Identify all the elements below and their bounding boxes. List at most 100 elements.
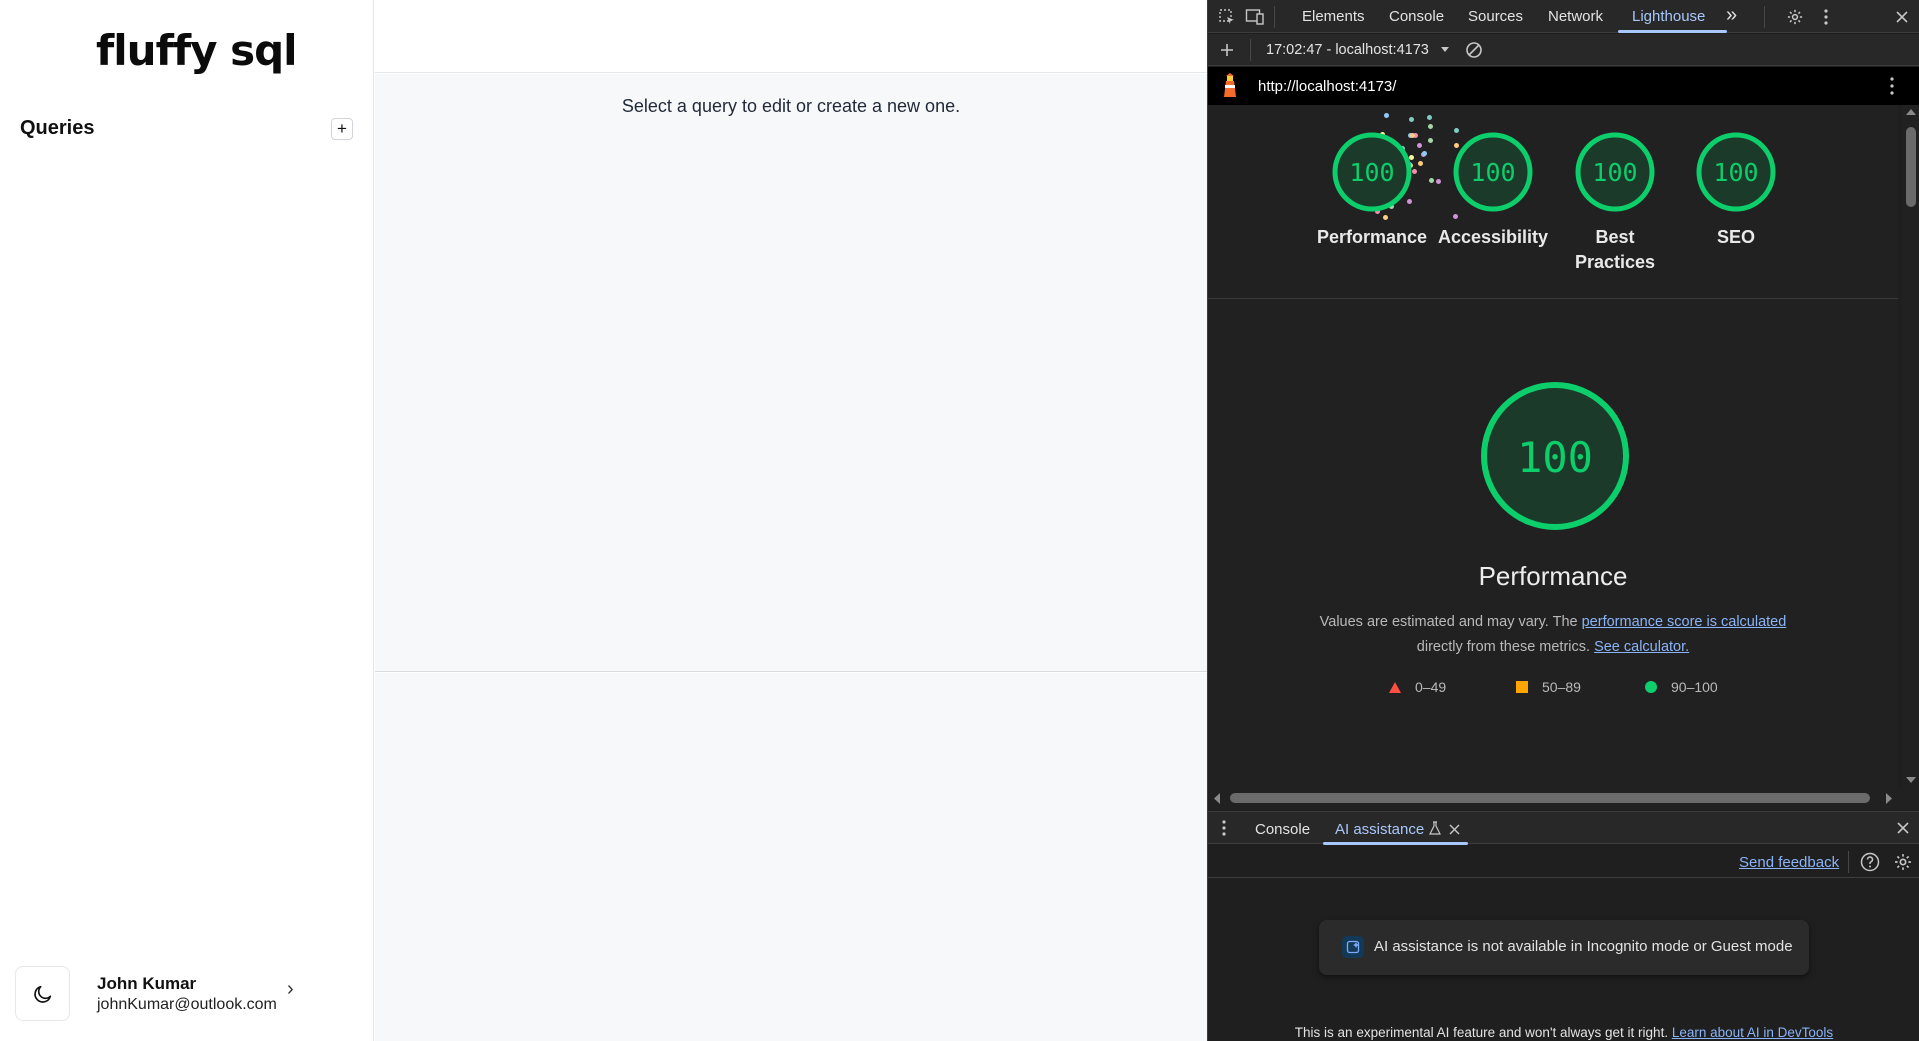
devtools-tabbar: Elements Console Sources Network Lightho…	[1208, 0, 1919, 33]
help-icon[interactable]	[1860, 852, 1880, 877]
ai-disclaimer: This is an experimental AI feature and w…	[1208, 1025, 1919, 1040]
lighthouse-report: 100 100 100 100 Performance Accessibilit…	[1208, 105, 1898, 787]
see-calculator-link[interactable]: See calculator.	[1594, 639, 1689, 655]
confetti-dot	[1417, 143, 1423, 149]
active-tab-indicator	[1618, 30, 1727, 33]
confetti-dot	[1383, 215, 1389, 221]
app-window: fluffy sql Queries + John Kumar johnKuma…	[0, 0, 1207, 1041]
confetti-dot	[1428, 124, 1434, 130]
inspect-element-icon[interactable]	[1216, 6, 1238, 28]
more-tabs-icon[interactable]: »	[1726, 4, 1737, 27]
add-query-button[interactable]: +	[331, 118, 353, 140]
lighthouse-url-bar: http://localhost:4173/	[1208, 67, 1919, 105]
best-practices-score: 100	[1592, 158, 1637, 187]
legend-fail: 0–49	[1389, 679, 1446, 695]
divider	[1208, 298, 1898, 299]
user-name: John Kumar	[97, 974, 197, 993]
moon-icon	[33, 985, 51, 1003]
results-area	[375, 673, 1207, 1041]
legend-average: 50–89	[1516, 679, 1581, 695]
confetti-dot	[1428, 137, 1434, 143]
confetti-dot	[1422, 151, 1428, 157]
settings-icon[interactable]	[1784, 6, 1806, 28]
confetti-dot	[1452, 213, 1458, 219]
close-tab-icon[interactable]	[1449, 822, 1460, 840]
performance-gauge[interactable]: 100	[1331, 131, 1413, 213]
seo-score: 100	[1713, 158, 1758, 187]
confetti-dot	[1418, 160, 1424, 166]
triangle-icon	[1389, 681, 1401, 693]
main-score: 100	[1517, 433, 1593, 482]
empty-state-message: Select a query to edit or create a new o…	[621, 96, 961, 116]
ai-notice-text: AI assistance is not available in Incogn…	[1374, 938, 1793, 955]
accessibility-score: 100	[1470, 158, 1515, 187]
disclaimer-text: This is an experimental AI feature and w…	[1294, 1025, 1672, 1040]
performance-score: 100	[1349, 158, 1394, 187]
main-category-title: Performance	[1478, 561, 1628, 591]
lighthouse-toolbar: 17:02:47 - localhost:4173	[1208, 34, 1919, 66]
main-performance-gauge: 100	[1481, 382, 1629, 530]
best-practices-label[interactable]: Best Practices	[1555, 225, 1675, 275]
theme-toggle-button[interactable]	[15, 966, 70, 1021]
legend-average-range: 50–89	[1542, 679, 1581, 695]
ai-assistance-toolbar: Send feedback	[1208, 845, 1919, 878]
drawer-menu-icon[interactable]	[1222, 820, 1226, 841]
device-toolbar-icon[interactable]	[1244, 6, 1266, 28]
ai-settings-icon[interactable]	[1893, 852, 1913, 877]
lighthouse-logo-icon	[1220, 73, 1240, 104]
tab-elements[interactable]: Elements	[1302, 8, 1365, 25]
seo-label[interactable]: SEO	[1676, 225, 1796, 250]
editor-area: Select a query to edit or create a new o…	[375, 74, 1207, 672]
devtools-panel: Elements Console Sources Network Lightho…	[1207, 0, 1919, 1041]
confetti-dot	[1436, 178, 1442, 184]
vertical-scrollbar[interactable]	[1902, 105, 1919, 787]
ai-icon	[1342, 936, 1364, 958]
confetti-dot	[1408, 116, 1414, 122]
confetti-dot	[1429, 178, 1435, 184]
sidebar: fluffy sql Queries + John Kumar johnKuma…	[0, 0, 374, 1041]
tab-sources[interactable]: Sources	[1468, 8, 1523, 25]
experiment-flask-icon	[1429, 821, 1441, 840]
confetti-dot	[1427, 115, 1433, 121]
seo-gauge[interactable]: 100	[1695, 131, 1777, 213]
ai-unavailable-notice: AI assistance is not available in Incogn…	[1319, 920, 1809, 975]
score-calculated-link[interactable]: performance score is calculated	[1582, 614, 1787, 630]
horizontal-scrollbar[interactable]	[1208, 787, 1919, 810]
tab-network[interactable]: Network	[1548, 8, 1603, 25]
tab-lighthouse[interactable]: Lighthouse	[1632, 8, 1705, 25]
app-logo: fluffy sql	[96, 26, 298, 75]
performance-label[interactable]: Performance	[1312, 225, 1432, 250]
kebab-menu-icon[interactable]	[1815, 6, 1837, 28]
drawer-tabbar: Console AI assistance	[1208, 811, 1919, 845]
confetti-dot	[1383, 112, 1389, 118]
clear-all-icon[interactable]	[1463, 39, 1485, 61]
send-feedback-link[interactable]: Send feedback	[1739, 854, 1839, 871]
drawer-tab-ai-assistance[interactable]: AI assistance	[1335, 821, 1424, 838]
desc-text-1: Values are estimated and may vary. The	[1319, 614, 1582, 630]
close-devtools-icon[interactable]	[1891, 6, 1913, 28]
caret-down-icon[interactable]	[1439, 42, 1451, 60]
report-menu-icon[interactable]	[1890, 77, 1894, 100]
queries-title: Queries	[20, 117, 95, 139]
legend-fail-range: 0–49	[1415, 679, 1447, 695]
accessibility-label[interactable]: Accessibility	[1433, 225, 1553, 250]
score-description: Values are estimated and may vary. The p…	[1208, 610, 1898, 660]
report-url[interactable]: http://localhost:4173/	[1258, 78, 1396, 95]
circle-icon	[1645, 681, 1657, 693]
square-icon	[1516, 681, 1528, 693]
new-report-icon[interactable]	[1216, 39, 1238, 61]
plus-icon: +	[337, 119, 347, 138]
accessibility-gauge[interactable]: 100	[1452, 131, 1534, 213]
drawer-tab-console[interactable]: Console	[1255, 821, 1310, 838]
user-email: johnKumar@outlook.com	[97, 996, 277, 1013]
best-practices-gauge[interactable]: 100	[1574, 131, 1656, 213]
legend-pass: 90–100	[1645, 679, 1718, 695]
close-drawer-icon[interactable]	[1896, 821, 1910, 840]
main-header	[375, 0, 1207, 73]
desc-text-2: directly from these metrics.	[1416, 639, 1595, 655]
chevron-right-icon[interactable]: ›	[287, 978, 294, 1001]
learn-about-ai-link[interactable]: Learn about AI in DevTools	[1672, 1025, 1833, 1040]
user-card[interactable]: John Kumar johnKumar@outlook.com ›	[15, 966, 359, 1022]
report-selector[interactable]: 17:02:47 - localhost:4173	[1266, 42, 1429, 58]
tab-console[interactable]: Console	[1389, 8, 1444, 25]
